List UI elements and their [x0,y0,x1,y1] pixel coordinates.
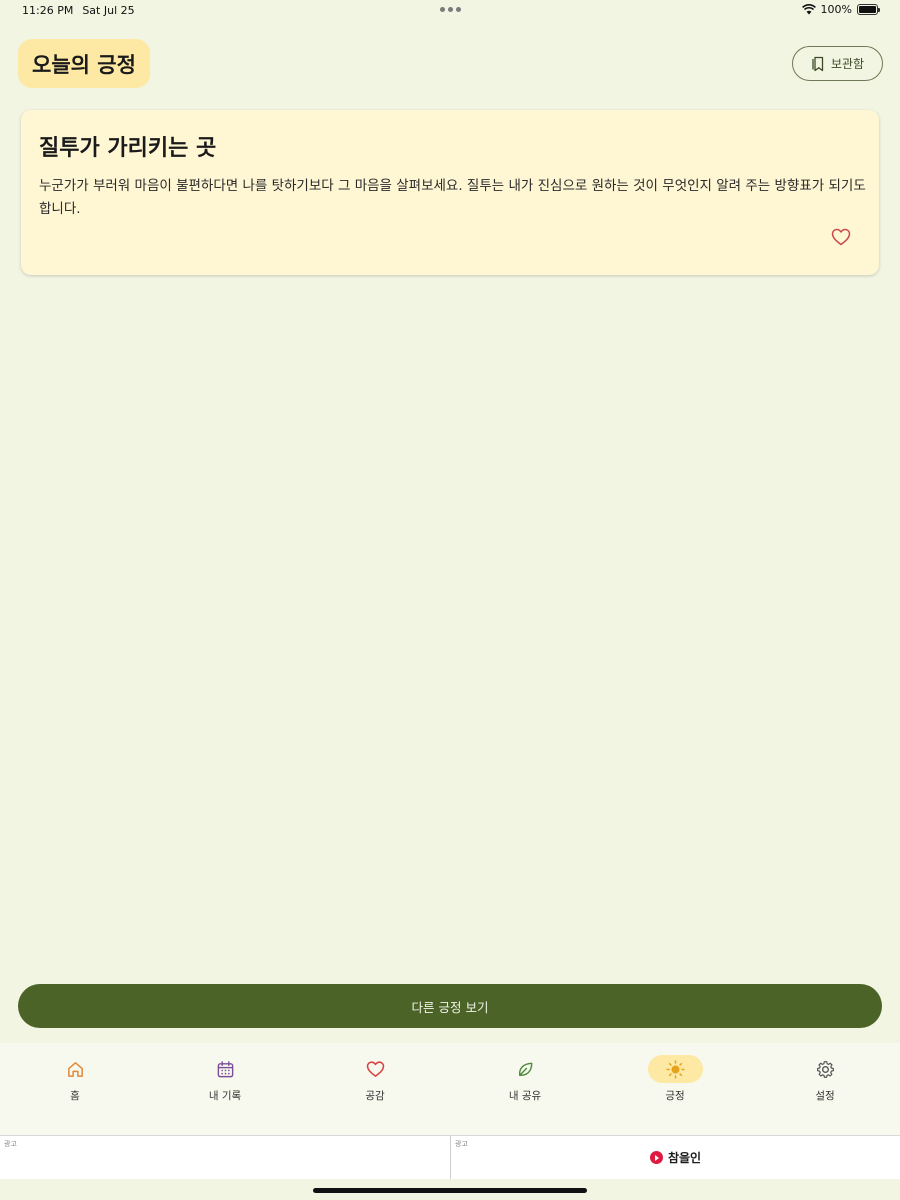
affirmation-body: 누군가가 부러워 마음이 불편하다면 나를 탓하기보다 그 마음을 살펴보세요.… [39,178,866,217]
nav-label-records: 내 기록 [208,1090,242,1102]
nav-item-records[interactable]: 내 기록 [150,1043,300,1135]
play-icon [649,1151,663,1164]
nav-item-my-shares[interactable]: 내 공유 [450,1043,600,1135]
nav-item-affirmation[interactable]: 긍정 [600,1043,750,1135]
ad-banner-left[interactable]: 광고 [0,1136,450,1179]
home-icon [67,1061,83,1077]
sun-icon [665,1059,685,1079]
ad-tag: 광고 [455,1140,468,1148]
affirmation-title: 질투가 가리키는 곳 [39,136,217,161]
calendar-icon [217,1060,233,1077]
nav-item-home[interactable]: 홈 [0,1043,150,1135]
like-heart-icon[interactable] [831,228,851,246]
status-bar: 11:26 PM Sat Jul 25 100% [0,0,900,22]
multitasking-dots-icon[interactable] [440,3,461,12]
heart-icon [366,1060,384,1077]
status-time: 11:26 PM [22,4,74,17]
nav-item-empathy[interactable]: 공감 [300,1043,450,1135]
battery-percent: 100% [820,3,852,16]
nav-active-indicator [647,1055,703,1083]
nav-label-affirmation: 긍정 [665,1090,685,1102]
nav-item-settings[interactable]: 설정 [750,1043,900,1135]
leaf-icon [518,1062,532,1076]
ad-text: 참을인 [667,1151,702,1165]
status-date: Sat Jul 25 [82,4,135,17]
gear-icon [816,1060,834,1078]
ad-tag: 광고 [4,1140,17,1148]
page-title: 오늘의 긍정 [18,39,150,88]
nav-label-empathy: 공감 [365,1090,385,1102]
archive-label: 보관함 [830,57,865,71]
nav-label-settings: 설정 [815,1090,835,1102]
bottom-nav: 홈 내 기록 공감 내 공유 긍정 설정 [0,1043,900,1135]
battery-icon [857,4,880,15]
affirmation-card: 질투가 가리키는 곳 누군가가 부러워 마음이 불편하다면 나를 탓하기보다 그… [21,110,879,275]
next-affirmation-button[interactable]: 다른 긍정 보기 [18,984,882,1028]
nav-label-home: 홈 [70,1090,80,1102]
wifi-icon [801,4,816,15]
ad-bar: 광고 광고 참을인 [0,1135,900,1179]
nav-label-my-shares: 내 공유 [508,1090,542,1102]
bookmark-icon [812,56,824,71]
ad-banner-right[interactable]: 광고 참을인 [450,1136,900,1179]
archive-button[interactable]: 보관함 [792,46,883,81]
home-indicator[interactable] [313,1188,587,1193]
